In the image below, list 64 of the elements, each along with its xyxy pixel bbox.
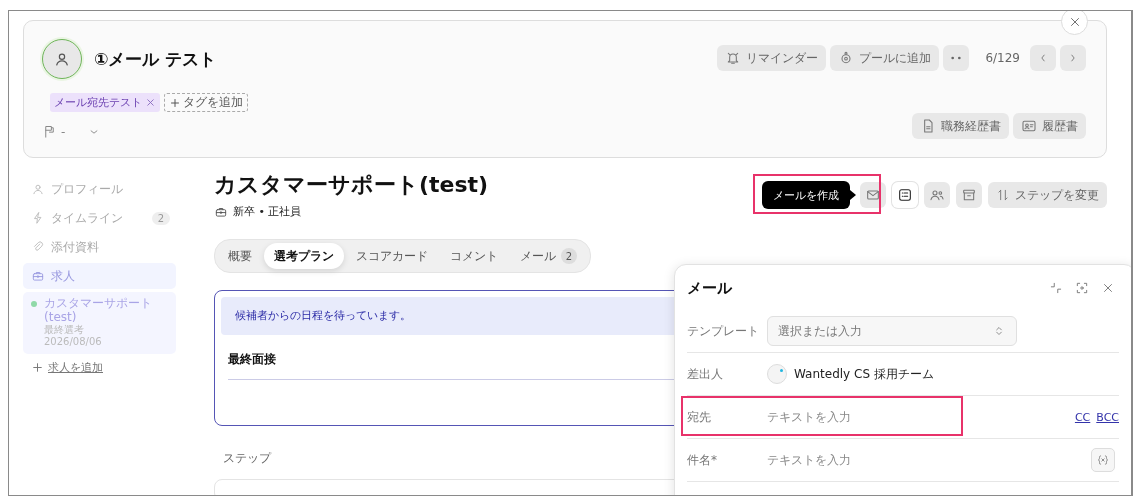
close-icon <box>1101 281 1115 295</box>
archive-icon <box>961 187 977 203</box>
briefcase-icon <box>31 269 45 283</box>
priority-value: - <box>61 124 66 139</box>
close-button[interactable] <box>1101 281 1115 295</box>
braces-icon <box>1096 453 1110 467</box>
job-date: 2026/08/06 <box>44 336 103 348</box>
more-icon <box>951 56 962 60</box>
checklist-button[interactable] <box>892 182 918 208</box>
people-icon <box>929 187 945 203</box>
count-badge: 2 <box>561 248 577 264</box>
cc-link[interactable]: CC <box>1074 410 1091 424</box>
plus-icon <box>169 96 181 109</box>
compose-mail-button[interactable] <box>860 182 886 208</box>
expand-button[interactable] <box>1075 281 1089 295</box>
checklist-icon <box>897 187 913 203</box>
tab[interactable]: コメント <box>440 243 508 269</box>
tooltip-arrow <box>850 190 856 200</box>
change-step-button[interactable]: ステップを変更 <box>988 182 1107 208</box>
add-job-link[interactable]: 求人を追加 <box>48 360 103 375</box>
tab[interactable]: 概要 <box>218 243 262 269</box>
id-card-icon <box>1021 118 1037 134</box>
template-select[interactable]: 選択または入力 <box>767 316 1017 346</box>
expand-icon <box>1075 281 1089 295</box>
recipient-field[interactable]: テキストを入力 <box>767 410 947 424</box>
sort-icon <box>996 188 1010 202</box>
count-badge: 2 <box>151 211 170 225</box>
paperclip-icon <box>31 240 45 254</box>
job-title: カスタマーサポート(test) <box>44 296 153 324</box>
tab[interactable]: メール 2 <box>510 243 587 269</box>
reminder-button[interactable]: リマインダー <box>717 45 827 71</box>
document-button[interactable]: 職務経歴書 <box>912 113 1009 139</box>
sender-name: Wantedly CS 採用チーム <box>794 365 934 383</box>
remove-icon <box>145 97 156 108</box>
logo-icon <box>767 364 787 384</box>
people-button[interactable] <box>924 182 950 208</box>
minimize-icon <box>1049 281 1063 295</box>
panel-title: メール <box>687 278 732 298</box>
candidate-name: ①メール テスト <box>94 47 217 71</box>
archive-button[interactable] <box>956 182 982 208</box>
employment-type: 新卒 • 正社員 <box>233 204 302 219</box>
cc-link[interactable]: BCC <box>1096 410 1119 424</box>
add-tag-button[interactable]: タグを追加 <box>164 93 248 112</box>
subject-field[interactable]: テキストを入力 <box>767 453 947 467</box>
add-to-pool-button[interactable]: プールに追加 <box>830 45 940 71</box>
field-label: 差出人 <box>687 365 724 383</box>
minimize-button[interactable] <box>1049 281 1063 295</box>
job-title: カスタマーサポート(test) <box>214 171 489 199</box>
close-button[interactable] <box>1061 11 1088 35</box>
tag: メール宛先テスト <box>50 93 160 112</box>
page-counter: 6/129 <box>985 51 1020 65</box>
field-label: 宛先 <box>687 408 712 426</box>
flag-icon <box>42 124 57 139</box>
document-button[interactable]: 履歴書 <box>1013 113 1086 139</box>
mail-icon <box>865 187 881 203</box>
plus-icon <box>31 361 44 374</box>
field-label: 件名* <box>687 451 718 469</box>
lightning-icon <box>31 211 45 225</box>
tab[interactable]: 選考プラン <box>264 243 344 269</box>
section-heading: ステップ <box>223 450 271 467</box>
tab[interactable]: スコアカード <box>346 243 438 269</box>
tooltip: メールを作成 <box>762 181 850 209</box>
variable-button[interactable] <box>1091 448 1115 472</box>
profile-icon <box>31 182 45 196</box>
